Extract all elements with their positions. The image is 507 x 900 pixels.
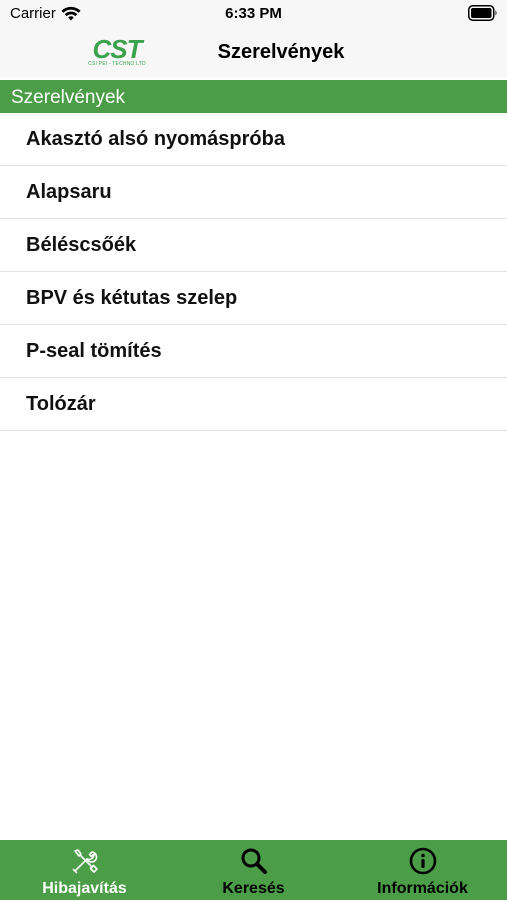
list-item-label: BPV és kétutas szelep — [26, 287, 238, 309]
list-item[interactable]: Alapsaru — [0, 166, 507, 219]
page-title: Szerelvények — [217, 41, 345, 63]
app-screen: Carrier 6:33 PM CST CSI PEI - TECHNO LTD… — [0, 0, 507, 900]
fittings-list: Akasztó alsó nyomáspróba Alapsaru Bélésc… — [0, 113, 507, 431]
list-item[interactable]: BPV és kétutas szelep — [0, 272, 507, 325]
list-item[interactable]: Béléscsőék — [0, 219, 507, 272]
section-header: Szerelvények — [0, 80, 507, 113]
list-item-label: Béléscsőék — [26, 234, 137, 256]
battery-icon — [468, 5, 497, 21]
list-item[interactable]: Akasztó alsó nyomáspróba — [0, 113, 507, 166]
nav-bar: CST CSI PEI - TECHNO LTD Szerelvények — [0, 30, 507, 78]
list-item-label: Tolózár — [26, 393, 96, 415]
tab-label: Információk — [377, 880, 468, 897]
list-item-label: Alapsaru — [26, 181, 112, 203]
tab-hibajavitas[interactable]: Hibajavítás — [0, 840, 169, 900]
list-item[interactable]: Tolózár — [0, 378, 507, 431]
tab-label: Keresés — [222, 880, 285, 897]
tab-informaciok[interactable]: Információk — [338, 840, 507, 900]
clock: 6:33 PM — [225, 5, 282, 22]
section-header-label: Szerelvények — [11, 87, 126, 108]
tools-icon — [72, 849, 98, 874]
tab-bar: Hibajavítás Keresés Információk — [0, 840, 507, 900]
tab-kereses[interactable]: Keresés — [169, 840, 338, 900]
tab-label: Hibajavítás — [42, 880, 127, 897]
search-icon — [241, 848, 267, 874]
list-item-label: Akasztó alsó nyomáspróba — [26, 128, 285, 150]
list-item-label: P-seal tömítés — [26, 340, 162, 362]
info-icon — [409, 847, 436, 875]
status-bar: Carrier 6:33 PM — [0, 0, 507, 30]
list-item[interactable]: P-seal tömítés — [0, 325, 507, 378]
